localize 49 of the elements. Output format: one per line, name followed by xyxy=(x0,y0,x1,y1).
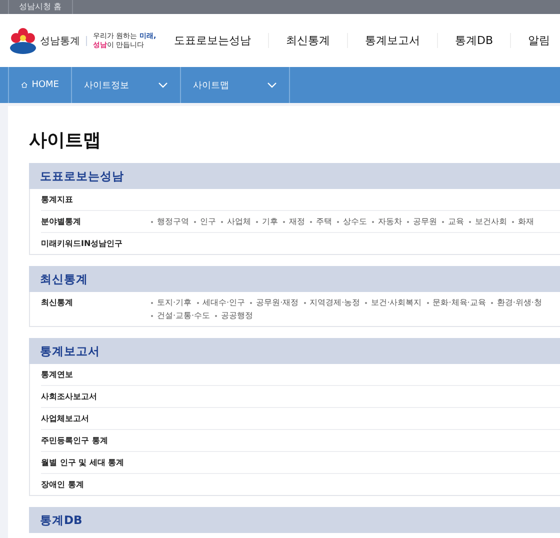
sub-link[interactable]: 공무원·재정 xyxy=(250,296,299,309)
sub-link[interactable]: 화재 xyxy=(512,215,534,228)
sitemap-link[interactable]: 주민등록인구 통계 xyxy=(41,434,151,447)
flower-logo-icon xyxy=(8,26,38,54)
sitemap-link[interactable]: 월별 인구 및 세대 통계 xyxy=(41,456,151,469)
sub-link[interactable]: 건설·교통·수도 xyxy=(151,309,210,322)
sub-link[interactable]: 교육 xyxy=(442,215,464,228)
sub-link[interactable]: 인구 xyxy=(194,215,216,228)
main-menu-item[interactable]: 도표로보는성남 xyxy=(168,33,268,48)
sub-link[interactable]: 문화·체육·교육 xyxy=(426,296,486,309)
sub-link[interactable]: 보건사회 xyxy=(469,215,507,228)
sub-link[interactable]: 사업체 xyxy=(221,215,251,228)
home-icon xyxy=(21,80,28,90)
sub-link[interactable]: 자동차 xyxy=(372,215,402,228)
sub-link[interactable]: 토지·기후 xyxy=(151,296,192,309)
sitemap-link[interactable]: 통계지표 xyxy=(41,193,151,206)
sitemap-link[interactable]: 통계연보 xyxy=(41,368,151,381)
sitemap-link[interactable]: 분야별통계 xyxy=(41,215,151,228)
sub-link[interactable]: 공무원 xyxy=(407,215,437,228)
sub-link[interactable]: 재정 xyxy=(283,215,305,228)
section-header: 통계보고서 xyxy=(29,338,560,364)
chevron-down-icon xyxy=(158,82,168,88)
sub-link[interactable]: 보건·사회복지 xyxy=(365,296,422,309)
sub-link[interactable]: 기후 xyxy=(256,215,278,228)
sub-link[interactable]: 지역경제·농정 xyxy=(304,296,360,309)
sub-link[interactable]: 상수도 xyxy=(337,215,367,228)
section-header: 최신통계 xyxy=(29,266,560,292)
page-title: 사이트맵 xyxy=(29,129,102,153)
main-menu-item[interactable]: 통계보고서 xyxy=(347,33,437,48)
section-header: 도표로보는성남 xyxy=(29,163,560,189)
sitemap-link[interactable]: 사업체보고서 xyxy=(41,412,151,425)
main-menu-item[interactable]: 통계DB xyxy=(437,33,510,48)
brand-name: 성남통계 xyxy=(40,34,80,48)
section-header: 통계DB xyxy=(29,507,560,533)
breadcrumb-item[interactable]: 사이트정보 xyxy=(72,67,181,103)
sub-link[interactable]: 주택 xyxy=(310,215,332,228)
chevron-down-icon xyxy=(267,82,277,88)
sub-link[interactable]: 환경·위생·청 xyxy=(490,296,542,309)
main-menu-item[interactable]: 최신통계 xyxy=(268,33,347,48)
sitemap-link[interactable]: 최신통계 xyxy=(41,296,151,322)
sub-link[interactable]: 세대수·인구 xyxy=(196,296,246,309)
breadcrumb-item[interactable]: 사이트맵 xyxy=(181,67,290,103)
sub-link[interactable]: 행정구역 xyxy=(151,215,189,228)
breadcrumb-item[interactable]: HOME xyxy=(9,67,72,103)
sitemap-link[interactable]: 사회조사보고서 xyxy=(41,390,151,403)
sitemap-link[interactable]: 미래키워드IN성남인구 xyxy=(41,237,151,250)
main-menu-item[interactable]: 알림 xyxy=(510,33,560,48)
sub-link[interactable]: 공공행정 xyxy=(215,309,254,322)
sitemap-link[interactable]: 장애인 통계 xyxy=(41,478,151,491)
